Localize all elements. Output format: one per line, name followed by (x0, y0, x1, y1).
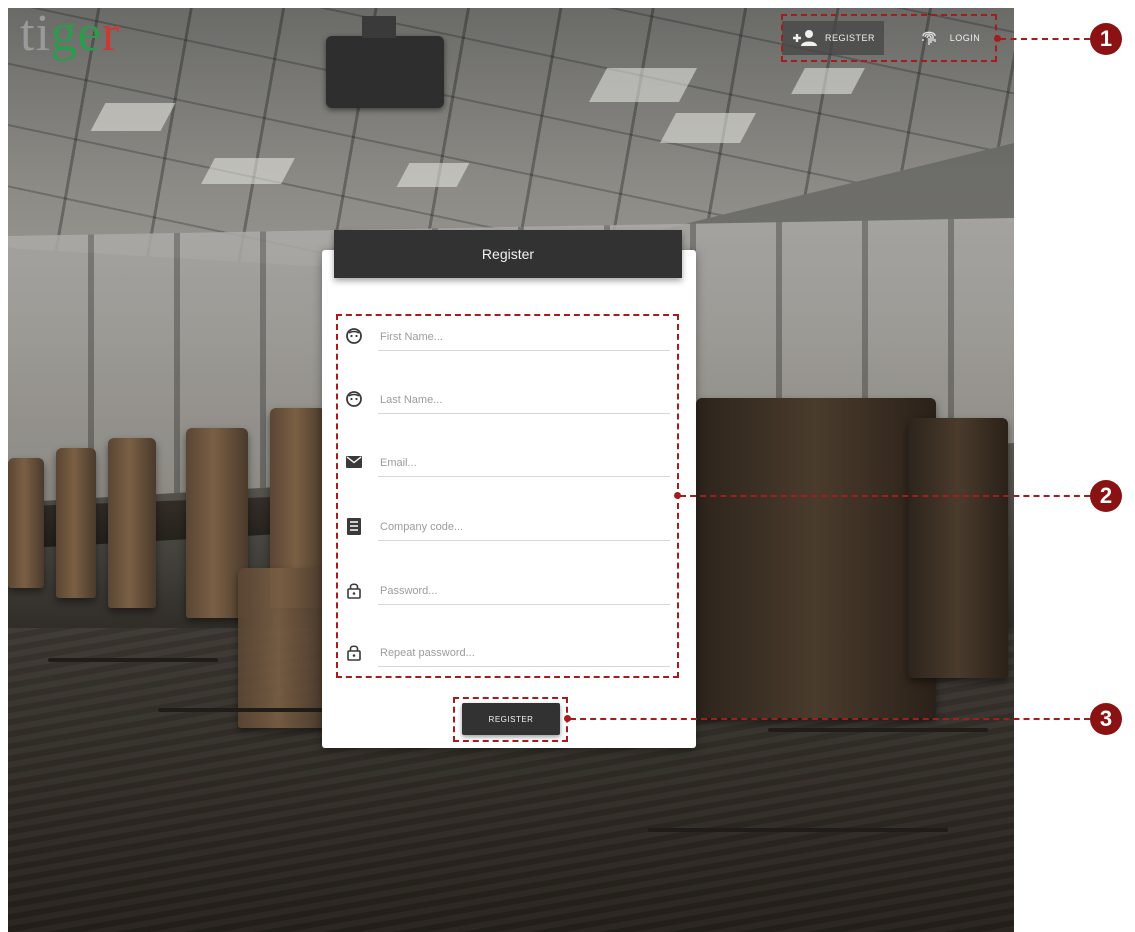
chair-base (768, 728, 988, 732)
callout-box-nav (781, 14, 997, 62)
callout-box-fields (336, 314, 679, 678)
logo-letter: r (102, 5, 121, 62)
background-chair (696, 398, 936, 718)
logo-letter: g (50, 5, 78, 62)
tiger-logo[interactable]: tiger (20, 4, 120, 64)
callout-badge-1: 1 (1090, 23, 1122, 55)
callout-badge-3: 3 (1090, 703, 1122, 735)
callout-badge-2: 2 (1090, 480, 1122, 512)
chair-base (648, 828, 948, 832)
ceiling-light (396, 163, 470, 187)
logo-letter: e (77, 5, 102, 62)
callout-line (570, 718, 1090, 720)
chair-base (48, 658, 218, 662)
ceiling-light (90, 103, 176, 131)
logo-letter: t (20, 5, 36, 62)
ceiling-light (660, 113, 756, 143)
logo-letter: i (35, 5, 51, 62)
register-title: Register (481, 246, 535, 262)
ceiling-light (201, 158, 295, 184)
background-chair (908, 418, 1008, 678)
callout-line (1000, 38, 1090, 40)
background-chair (8, 458, 44, 588)
background-chair (238, 568, 328, 728)
background-chair (56, 448, 96, 598)
chair-base (158, 708, 348, 712)
background-chair (108, 438, 156, 608)
ceiling-light (588, 68, 698, 102)
callout-line (680, 495, 1090, 497)
background-projector (326, 16, 444, 108)
register-card-header: Register (334, 230, 682, 278)
callout-box-submit (453, 697, 568, 742)
